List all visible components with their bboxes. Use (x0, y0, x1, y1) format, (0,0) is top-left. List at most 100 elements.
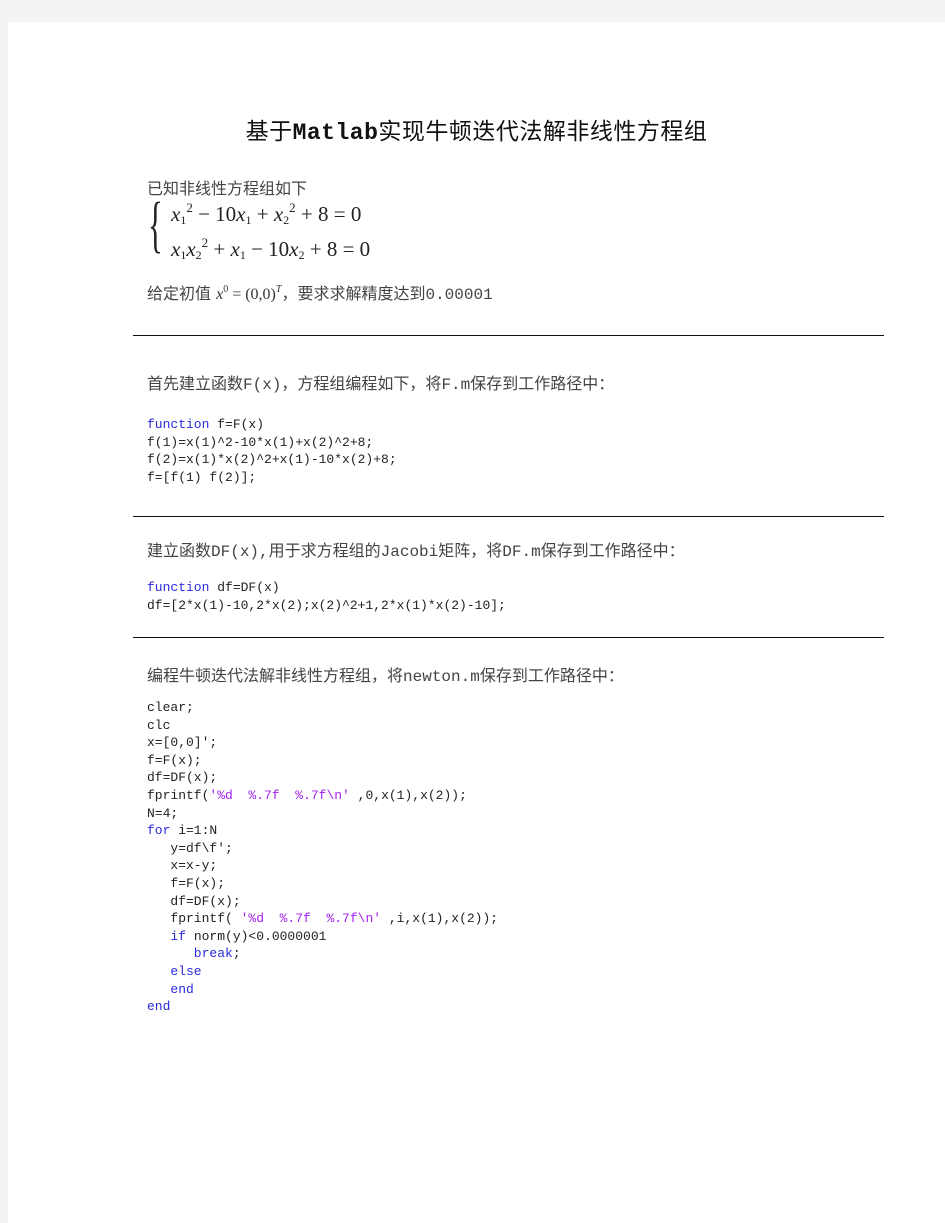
code-keyword: if (147, 928, 187, 944)
code-line: df=[2*x(1)-10,2*x(2);x(2)^2+1,2*x(1)*x(2… (147, 597, 506, 615)
eq-term: x (230, 237, 240, 261)
code-line: if norm(y)<0.0000001 (147, 928, 498, 946)
code-line: df=DF(x); (147, 769, 498, 787)
heading-part: 保存到工作路径中： (540, 541, 685, 560)
code-text: x=x-y; (147, 858, 218, 874)
code-text: df=DF(x) (209, 580, 280, 595)
heading-part: Jacobi (380, 543, 439, 561)
code-line: fprintf( '%d %.7f %.7f\n' ,i,x(1),x(2)); (147, 910, 498, 928)
code-line: break; (147, 945, 498, 963)
eq-term: x (186, 237, 196, 261)
heading-part: 保存到工作路径中： (479, 666, 624, 685)
code-line: clear; (147, 699, 498, 717)
heading-part: ，方程组编程如下，将 (281, 374, 442, 393)
code-string: '%d %.7f %.7f\n' (209, 787, 350, 803)
code-line: else (147, 963, 498, 981)
equation-2: x1x22 + x1 − 10x2 + 8 = 0 (171, 235, 370, 263)
code-text: df=[2*x(1)-10,2*x(2);x(2)^2+1,2*x(1)*x(2… (147, 597, 506, 613)
code-text: f(2)=x(1)*x(2)^2+x(1)-10*x(2)+8; (147, 452, 397, 468)
heading-part: DF.m (502, 543, 541, 561)
code-string: '%d %.7f %.7f\n' (240, 911, 382, 927)
code-line: f=F(x); (147, 752, 498, 770)
eq-term: + 8 = 0 (295, 202, 362, 226)
code-text: fprintf( (147, 787, 210, 803)
eq-term: − 10 (245, 237, 290, 261)
code-text: norm(y)<0.0000001 (186, 928, 327, 944)
code-block-DF: function df=DF(x) df=[2*x(1)-10,2*x(2);x(… (147, 579, 506, 614)
code-text: fprintf( (147, 911, 241, 927)
code-line: end (147, 981, 498, 999)
code-text: N=4; (147, 805, 179, 821)
code-text: ,i,x(1),x(2)); (381, 911, 499, 927)
equation-system: { x12 − 10x1 + x22 + 8 = 0 x1x22 + x1 − … (148, 194, 448, 274)
code-line: N=4; (147, 805, 498, 823)
code-keyword: end (147, 981, 194, 997)
left-brace: { (148, 191, 163, 259)
code-line: end (147, 998, 498, 1016)
heading-part: newton.m (403, 668, 480, 686)
eq-sub: 2 (283, 213, 290, 227)
initial-value-text: 给定初值 x0 = (0,0)T，要求求解精度达到0.00001 (147, 280, 493, 304)
title-suffix: 实现牛顿迭代法解非线性方程组 (378, 119, 708, 145)
divider-2 (133, 516, 884, 517)
code-line: df=DF(x); (147, 893, 498, 911)
document-title: 基于Matlab实现牛顿迭代法解非线性方程组 (8, 112, 945, 146)
section-3-heading: 编程牛顿迭代法解非线性方程组，将newton.m保存到工作路径中： (147, 662, 624, 686)
heading-part: 编程牛顿迭代法解非线性方程组，将 (147, 666, 404, 685)
heading-part: 保存到工作路径中： (470, 374, 615, 393)
heading-part: DF(x), (211, 543, 269, 561)
code-line: f(1)=x(1)^2-10*x(1)+x(2)^2+8; (147, 434, 397, 452)
heading-part: 矩阵，将 (438, 541, 503, 560)
code-line: fprintf('%d %.7f %.7f\n' ,0,x(1),x(2)); (147, 787, 498, 805)
title-prefix: 基于 (245, 119, 293, 145)
equation-1: x12 − 10x1 + x22 + 8 = 0 (171, 200, 361, 228)
code-block-F: function f=F(x) f(1)=x(1)^2-10*x(1)+x(2)^… (147, 416, 397, 486)
code-line: function df=DF(x) (147, 579, 506, 597)
code-keyword: break (147, 946, 233, 962)
initial-mid: ，要求求解精度达到 (281, 284, 426, 303)
divider-1 (133, 335, 884, 336)
eq-sub: 1 (180, 213, 187, 227)
heading-part: 首先建立函数 (147, 374, 244, 393)
eq-term: − 10 (192, 202, 237, 226)
eq-term: x (171, 202, 181, 226)
eq-term: + (251, 202, 274, 226)
title-matlab: Matlab (292, 120, 379, 146)
code-text: ; (232, 946, 241, 962)
code-block-newton: clear; clc x=[0,0]'; f=F(x); df=DF(x); fprint… (147, 699, 498, 1016)
eq-sub: 2 (195, 248, 202, 262)
document-page: 基于Matlab实现牛顿迭代法解非线性方程组 已知非线性方程组如下 { x12 … (8, 22, 945, 1223)
heading-part: F.m (441, 376, 471, 394)
code-keyword: function (147, 580, 210, 595)
initial-math: x0 = (0,0)T (216, 284, 281, 303)
precision-value: 0.00001 (425, 286, 493, 304)
eq-term: x (171, 237, 181, 261)
code-line: f=F(x); (147, 875, 498, 893)
code-line: for i=1:N (147, 822, 498, 840)
code-text: f=F(x); (147, 752, 202, 768)
divider-3 (133, 637, 884, 638)
code-line: clc (147, 717, 498, 735)
code-line: y=df\f'; (147, 840, 498, 858)
code-text: clear; (147, 700, 194, 715)
code-text: f=[f(1) f(2)]; (147, 469, 257, 485)
code-text: f=F(x) (209, 417, 265, 432)
code-text: f(1)=x(1)^2-10*x(1)+x(2)^2+8; (147, 434, 374, 450)
code-line: function f=F(x) (147, 416, 397, 434)
initial-eq: = (0,0) (228, 286, 276, 303)
code-keyword: for (147, 823, 171, 839)
code-text: clc (147, 717, 171, 733)
eq-term: + 8 = 0 (304, 237, 371, 261)
eq-term: x (289, 237, 299, 261)
code-keyword: function (147, 417, 210, 432)
code-keyword: else (147, 963, 202, 979)
code-text: df=DF(x); (147, 770, 218, 786)
code-line: f=[f(1) f(2)]; (147, 469, 397, 487)
section-2-heading: 建立函数DF(x),用于求方程组的Jacobi矩阵，将DF.m保存到工作路径中： (147, 537, 685, 561)
heading-part: F(x) (243, 376, 282, 394)
eq-term: + (208, 237, 231, 261)
initial-prefix: 给定初值 (147, 284, 217, 303)
heading-part: 建立函数 (147, 541, 212, 560)
code-text: f=F(x); (147, 875, 226, 891)
code-keyword: end (147, 999, 171, 1015)
